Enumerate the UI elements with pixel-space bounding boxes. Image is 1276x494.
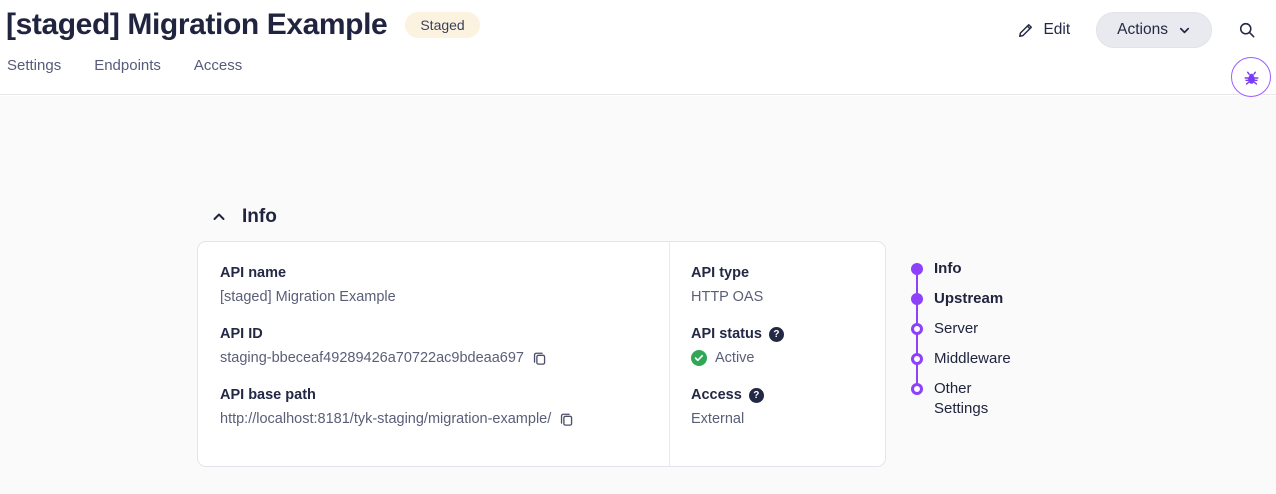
edit-label: Edit [1043,21,1070,39]
copy-base-path-button[interactable] [559,412,574,427]
actions-button[interactable]: Actions [1096,12,1212,48]
api-base-path-value: http://localhost:8181/tyk-staging/migrat… [220,411,551,427]
sidenav-item-upstream[interactable]: Upstream [911,284,1031,314]
header-actions: Edit Actions [1017,12,1256,48]
api-type-field: API type HTTP OAS [691,265,865,305]
api-name-field: API name [staged] Migration Example [220,265,645,305]
info-card-left-column: API name [staged] Migration Example API … [198,242,670,466]
debug-report-button[interactable] [1231,57,1271,97]
api-id-label: API ID [220,326,645,342]
info-section-heading: Info [211,206,277,228]
api-status-value: Active [715,350,755,366]
timeline-dot-filled-icon [911,263,923,275]
timeline-dot-hollow-icon [911,353,923,365]
sidenav-label: Upstream [934,284,1020,309]
info-card: API name [staged] Migration Example API … [197,241,886,467]
title-row: [staged] Migration Example Staged [6,8,480,42]
section-side-nav: Info Upstream Server Middleware Other Se… [911,254,1031,419]
timeline-dot-hollow-icon [911,323,923,335]
actions-label: Actions [1117,21,1168,39]
api-base-path-label: API base path [220,387,645,403]
api-status-field: API status ? Active [691,326,865,366]
api-base-path-field: API base path http://localhost:8181/tyk-… [220,387,645,427]
copy-icon [559,412,574,427]
access-value: External [691,411,744,427]
search-button[interactable] [1238,21,1256,39]
copy-api-id-button[interactable] [532,351,547,366]
pencil-icon [1017,22,1034,39]
sidenav-label: Other Settings [934,374,1020,419]
bug-icon [1242,68,1261,87]
tab-bar: Settings Endpoints Access [7,57,242,78]
tab-access[interactable]: Access [194,57,242,78]
search-icon [1238,21,1256,39]
check-circle-icon [691,350,707,366]
access-help-icon[interactable]: ? [749,388,764,403]
sidenav-label: Server [934,314,1020,339]
sidenav-item-other-settings[interactable]: Other Settings [911,374,1031,419]
copy-icon [532,351,547,366]
info-section-title: Info [242,206,277,228]
sidenav-label: Info [934,254,1020,279]
api-detail-page: [staged] Migration Example Staged Edit A… [0,0,1276,494]
api-name-label: API name [220,265,645,281]
collapse-info-chevron-up-icon[interactable] [211,209,227,225]
page-header: [staged] Migration Example Staged Edit A… [0,0,1276,95]
info-card-right-column: API type HTTP OAS API status ? [670,242,885,466]
access-field: Access ? External [691,387,865,427]
api-id-field: API ID staging-bbeceaf49289426a70722ac9b… [220,326,645,366]
api-type-label: API type [691,265,865,281]
sidenav-item-info[interactable]: Info [911,254,1031,284]
main-content: Info API name [staged] Migration Example… [0,96,1276,494]
edit-button[interactable]: Edit [1017,21,1070,39]
tab-settings[interactable]: Settings [7,57,61,78]
sidenav-item-middleware[interactable]: Middleware [911,344,1031,374]
chevron-down-icon [1178,24,1191,37]
api-status-help-icon[interactable]: ? [769,327,784,342]
api-type-value: HTTP OAS [691,289,763,305]
sidenav-label: Middleware [934,344,1020,369]
page-title: [staged] Migration Example [6,8,387,42]
api-status-label: API status [691,326,762,342]
timeline-dot-hollow-icon [911,383,923,395]
tab-endpoints[interactable]: Endpoints [94,57,161,78]
access-label: Access [691,387,742,403]
timeline-dot-filled-icon [911,293,923,305]
api-name-value: [staged] Migration Example [220,289,396,305]
api-id-value: staging-bbeceaf49289426a70722ac9bdeaa697 [220,350,524,366]
sidenav-item-server[interactable]: Server [911,314,1031,344]
status-badge: Staged [405,12,479,38]
